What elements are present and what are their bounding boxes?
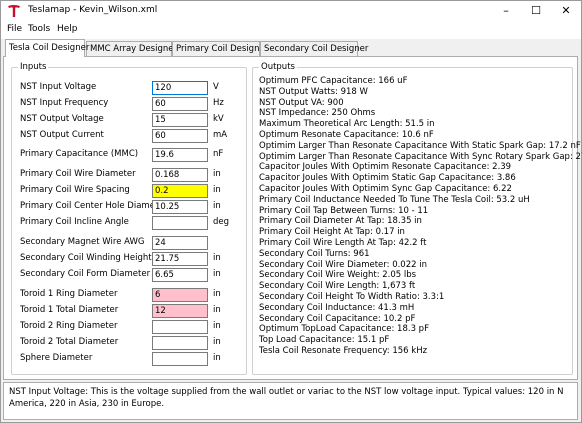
input-field[interactable] bbox=[152, 216, 208, 230]
output-line: NST Output Watts: 918 W bbox=[259, 86, 368, 97]
close-button[interactable]: ✕ bbox=[551, 1, 581, 22]
unit-label: in bbox=[213, 321, 221, 331]
unit-label: in bbox=[213, 169, 221, 179]
input-field[interactable] bbox=[152, 320, 208, 334]
input-field[interactable]: 21.75 bbox=[152, 252, 208, 266]
menu-tools[interactable]: Tools bbox=[28, 24, 50, 34]
output-line: NST Impedance: 250 Ohms bbox=[259, 108, 376, 119]
unit-label: kV bbox=[213, 114, 224, 124]
tesla-t-icon bbox=[8, 5, 20, 17]
input-label: Toroid 1 Total Diameter bbox=[20, 305, 119, 315]
tab-panel: Inputs NST Input Voltage 120 V NST Input Fr… bbox=[3, 56, 582, 380]
title-bar[interactable]: Teslamap - Kevin_Wilson.xml – ☐ ✕ bbox=[1, 1, 581, 22]
window-title: Teslamap - Kevin_Wilson.xml bbox=[28, 5, 158, 15]
menu-file[interactable]: File bbox=[7, 24, 22, 34]
input-label: NST Output Current bbox=[20, 130, 104, 140]
input-label: NST Input Voltage bbox=[20, 82, 97, 92]
input-field[interactable]: 19.6 bbox=[152, 148, 208, 162]
inputs-title: Inputs bbox=[18, 62, 49, 72]
unit-label: Hz bbox=[213, 98, 224, 108]
input-field[interactable]: 24 bbox=[152, 236, 208, 250]
maximize-button[interactable]: ☐ bbox=[521, 1, 551, 22]
app-window: Teslamap - Kevin_Wilson.xml – ☐ ✕ File T… bbox=[0, 0, 582, 423]
unit-label: in bbox=[213, 269, 221, 279]
input-field[interactable] bbox=[152, 352, 208, 366]
input-label: Toroid 2 Total Diameter bbox=[20, 337, 119, 347]
unit-label: in bbox=[213, 253, 221, 263]
unit-label: in bbox=[213, 305, 221, 315]
input-field[interactable]: 15 bbox=[152, 113, 208, 127]
unit-label: in bbox=[213, 337, 221, 347]
input-field[interactable]: 60 bbox=[152, 97, 208, 111]
inputs-group: Inputs NST Input Voltage 120 V NST Input Fr… bbox=[11, 62, 247, 375]
tab-strip: Tesla Coil Designer MMC Array Designer P… bbox=[1, 39, 581, 57]
input-field[interactable]: 12 bbox=[152, 304, 208, 318]
input-label: Secondary Magnet Wire AWG bbox=[20, 237, 145, 247]
input-field[interactable]: 120 bbox=[152, 81, 208, 95]
output-line: Optimim Larger Than Resonate Capacitance… bbox=[259, 151, 582, 162]
input-label: Secondary Coil Form Diameter bbox=[20, 269, 151, 279]
unit-label: V bbox=[213, 82, 219, 92]
tab-tesla-coil-designer[interactable]: Tesla Coil Designer bbox=[5, 39, 89, 57]
input-label: Primary Coil Wire Spacing bbox=[20, 185, 130, 195]
output-line: Top Load Capacitance: 15.1 pF bbox=[259, 335, 390, 346]
output-line: Primary Coil Wire Length At Tap: 42.2 ft bbox=[259, 238, 427, 248]
help-description: NST Input Voltage: This is the voltage s… bbox=[3, 382, 578, 420]
output-line: Secondary Coil Wire Length: 1,673 ft bbox=[259, 281, 416, 292]
unit-label: mA bbox=[213, 130, 228, 140]
output-line: Primary Coil Diameter At Tap: 18.35 in bbox=[259, 216, 422, 227]
tab-primary-coil-designer[interactable]: Primary Coil Designer bbox=[172, 41, 268, 57]
input-field[interactable]: 10.25 bbox=[152, 200, 208, 214]
output-line: Capacitor Joules With Optimim Resonate C… bbox=[259, 162, 512, 173]
outputs-title: Outputs bbox=[259, 62, 297, 72]
output-line: Secondary Coil Wire Weight: 2.05 lbs bbox=[259, 270, 417, 281]
output-line: Optimim Larger Than Resonate Capacitance… bbox=[259, 140, 581, 151]
input-label: Toroid 1 Ring Diameter bbox=[20, 289, 118, 299]
output-line: Primary Coil Inductance Needed To Tune T… bbox=[259, 194, 530, 205]
menu-bar: File Tools Help bbox=[1, 22, 581, 39]
output-line: Optimum Resonate Capacitance: 10.6 nF bbox=[259, 130, 434, 140]
output-line: Capacitor Joules With Optimim Static Gap… bbox=[259, 173, 516, 184]
tab-secondary-coil-designer[interactable]: Secondary Coil Designer bbox=[260, 41, 368, 57]
output-line: Secondary Coil Capacitance: 10.2 pF bbox=[259, 313, 416, 324]
output-line: Optimum PFC Capacitance: 166 uF bbox=[259, 76, 408, 86]
menu-help[interactable]: Help bbox=[57, 24, 78, 34]
output-line: Primary Coil Height At Tap: 0.17 in bbox=[259, 227, 405, 238]
unit-label: deg bbox=[213, 217, 230, 227]
output-line: Capacitor Joules With Optimim Sync Gap C… bbox=[259, 184, 512, 194]
unit-label: in bbox=[213, 289, 221, 299]
output-line: Secondary Coil Turns: 961 bbox=[259, 248, 370, 259]
outputs-group: Outputs Optimum PFC Capacitance: 166 uF N… bbox=[252, 62, 582, 375]
output-line: Tesla Coil Resonate Frequency: 156 kHz bbox=[259, 346, 428, 356]
output-line: Primary Coil Tap Between Turns: 10 - 11 bbox=[259, 205, 429, 216]
output-line: Secondary Coil Wire Diameter: 0.022 in bbox=[259, 259, 427, 270]
input-label: Sphere Diameter bbox=[20, 353, 93, 363]
input-label: Primary Coil Wire Diameter bbox=[20, 169, 136, 179]
input-field[interactable]: 0.168 bbox=[152, 168, 208, 182]
input-label: Toroid 2 Ring Diameter bbox=[20, 321, 118, 331]
input-label: Primary Capacitance (MMC) bbox=[20, 149, 139, 159]
output-line: Maximum Theoretical Arc Length: 51.5 in bbox=[259, 119, 435, 130]
input-label: Secondary Coil Winding Height bbox=[20, 253, 152, 263]
unit-label: in bbox=[213, 353, 221, 363]
unit-label: in bbox=[213, 201, 221, 211]
minimize-button[interactable]: – bbox=[491, 1, 521, 22]
unit-label: nF bbox=[213, 149, 224, 159]
output-line: Secondary Coil Height To Width Ratio: 3.… bbox=[259, 292, 445, 302]
input-label: Primary Coil Incline Angle bbox=[20, 217, 129, 227]
input-label: NST Input Frequency bbox=[20, 98, 109, 108]
unit-label: in bbox=[213, 185, 221, 195]
input-field[interactable]: 6 bbox=[152, 288, 208, 302]
input-label: Primary Coil Center Hole Diameter bbox=[20, 201, 167, 211]
input-field[interactable]: 60 bbox=[152, 129, 208, 143]
output-line: Optimum TopLoad Capacitance: 18.3 pF bbox=[259, 324, 429, 335]
input-field[interactable] bbox=[152, 336, 208, 350]
output-line: Secondary Coil Inductance: 41.3 mH bbox=[259, 302, 415, 313]
input-label: NST Output Voltage bbox=[20, 114, 104, 124]
input-field[interactable]: 6.65 bbox=[152, 268, 208, 282]
input-field[interactable]: 0.2 bbox=[152, 184, 208, 198]
output-line: NST Output VA: 900 bbox=[259, 97, 344, 108]
tab-mmc-array-designer[interactable]: MMC Array Designer bbox=[86, 41, 177, 57]
